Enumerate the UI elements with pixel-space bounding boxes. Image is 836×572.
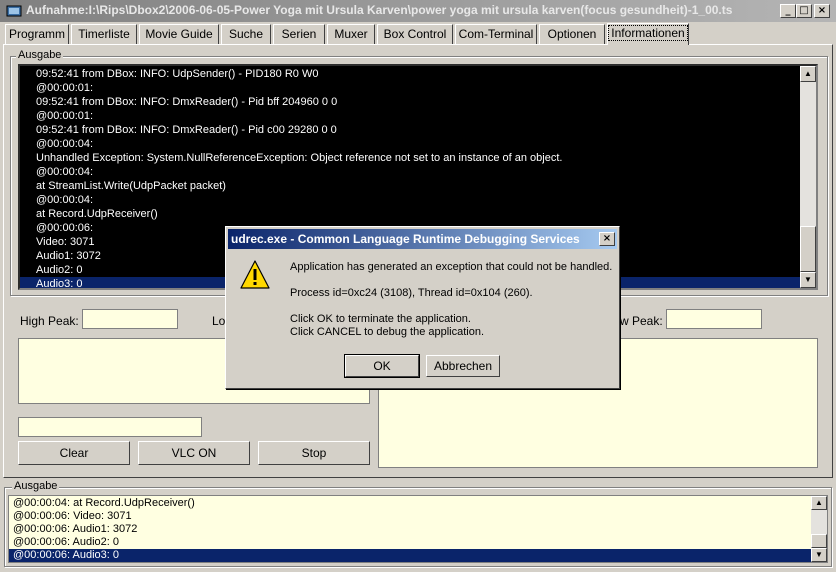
dialog-message-line2: Process id=0xc24 (3108), Thread id=0x104… (290, 287, 533, 299)
scroll-thumb[interactable] (800, 226, 816, 272)
window-titlebar[interactable]: Aufnahme:I:\Rips\Dbox2\2006-06-05-Power … (0, 0, 836, 22)
low-peak-label: Lo (212, 314, 226, 328)
high-peak-label: High Peak: (20, 314, 79, 328)
console-line: @00:00:01: (36, 110, 94, 122)
console-line: @00:00:01: (36, 82, 94, 94)
console-line: at Record.UdpReceiver() (36, 208, 158, 220)
console-line: Unhandled Exception: System.NullReferenc… (36, 152, 563, 164)
dialog-close-button[interactable]: × (599, 232, 615, 246)
console-line: @00:00:04: (36, 194, 94, 206)
output-bottom-list[interactable]: @00:00:04: at Record.UdpReceiver() @00:0… (8, 495, 828, 563)
status-field[interactable] (18, 417, 202, 437)
dialog-message-line4: Click CANCEL to debug the application. (290, 326, 485, 338)
console-line: at StreamList.Write(UdpPacket packet) (36, 180, 226, 192)
minimize-button[interactable]: _ (780, 4, 796, 18)
window-title: Aufnahme:I:\Rips\Dbox2\2006-06-05-Power … (26, 3, 733, 17)
dialog-title: udrec.exe - Common Language Runtime Debu… (231, 232, 580, 246)
cancel-button[interactable]: Abbrechen (426, 355, 500, 377)
output-bottom-scrollbar[interactable]: ▲ ▼ (811, 496, 827, 562)
tab-informationen-label: Informationen (608, 25, 688, 41)
console-line: @00:00:04: (36, 166, 94, 178)
tab-informationen[interactable]: Informationen (607, 23, 689, 45)
scroll-down-button[interactable]: ▼ (800, 272, 816, 288)
stop-button[interactable]: Stop (258, 441, 370, 465)
maximize-button[interactable]: □ (796, 4, 812, 18)
high-peak-field[interactable] (82, 309, 178, 329)
output-top-scrollbar[interactable]: ▲ ▼ (800, 66, 816, 288)
tab-timerliste[interactable]: Timerliste (71, 24, 137, 44)
tab-suche[interactable]: Suche (221, 24, 271, 44)
low-peak-right-label: w Peak: (620, 314, 663, 328)
console-line: Audio2: 0 (36, 264, 83, 276)
dialog-message-line1: Application has generated an exception t… (290, 261, 613, 273)
console-line: @00:00:04: (36, 138, 94, 150)
tab-box-control[interactable]: Box Control (377, 24, 453, 44)
console-line: Video: 3071 (36, 236, 95, 248)
scroll-down-button[interactable]: ▼ (811, 548, 827, 562)
dialog-titlebar[interactable]: udrec.exe - Common Language Runtime Debu… (228, 229, 617, 249)
low-peak-field[interactable] (666, 309, 762, 329)
console-line: Audio1: 3072 (36, 250, 101, 262)
console-line: @00:00:06: (36, 222, 94, 234)
tab-programm[interactable]: Programm (5, 24, 69, 44)
scroll-thumb[interactable] (811, 534, 827, 548)
tab-serien[interactable]: Serien (273, 24, 325, 44)
console-line: 09:52:41 from DBox: INFO: DmxReader() - … (36, 124, 337, 136)
warning-icon (240, 260, 270, 289)
output-top-legend: Ausgabe (16, 49, 64, 61)
console-line: 09:52:41 from DBox: INFO: UdpSender() - … (36, 68, 319, 80)
vlc-on-button[interactable]: VLC ON (138, 441, 250, 465)
list-item: @00:00:04: at Record.UdpReceiver() (13, 497, 195, 509)
list-item: @00:00:06: Audio1: 3072 (13, 523, 138, 535)
output-bottom-legend: Ausgabe (12, 480, 60, 492)
current-line-marker: > (22, 172, 29, 184)
error-dialog: udrec.exe - Common Language Runtime Debu… (225, 226, 620, 389)
tab-muxer[interactable]: Muxer (327, 24, 375, 44)
ok-button[interactable]: OK (344, 354, 420, 378)
scroll-up-button[interactable]: ▲ (800, 66, 816, 82)
list-item: @00:00:06: Video: 3071 (13, 510, 132, 522)
scroll-up-button[interactable]: ▲ (811, 496, 827, 510)
close-button[interactable]: × (814, 4, 830, 18)
tab-optionen[interactable]: Optionen (539, 24, 605, 44)
tab-movie-guide[interactable]: Movie Guide (139, 24, 219, 44)
console-line: 09:52:41 from DBox: INFO: DmxReader() - … (36, 96, 338, 108)
tab-com-terminal[interactable]: Com-Terminal (455, 24, 537, 44)
list-item-selected: @00:00:06: Audio3: 0 (9, 549, 815, 562)
clear-button[interactable]: Clear (18, 441, 130, 465)
dialog-message-line3: Click OK to terminate the application. (290, 313, 471, 325)
list-item: @00:00:06: Audio2: 0 (13, 536, 119, 548)
app-icon (6, 5, 22, 17)
